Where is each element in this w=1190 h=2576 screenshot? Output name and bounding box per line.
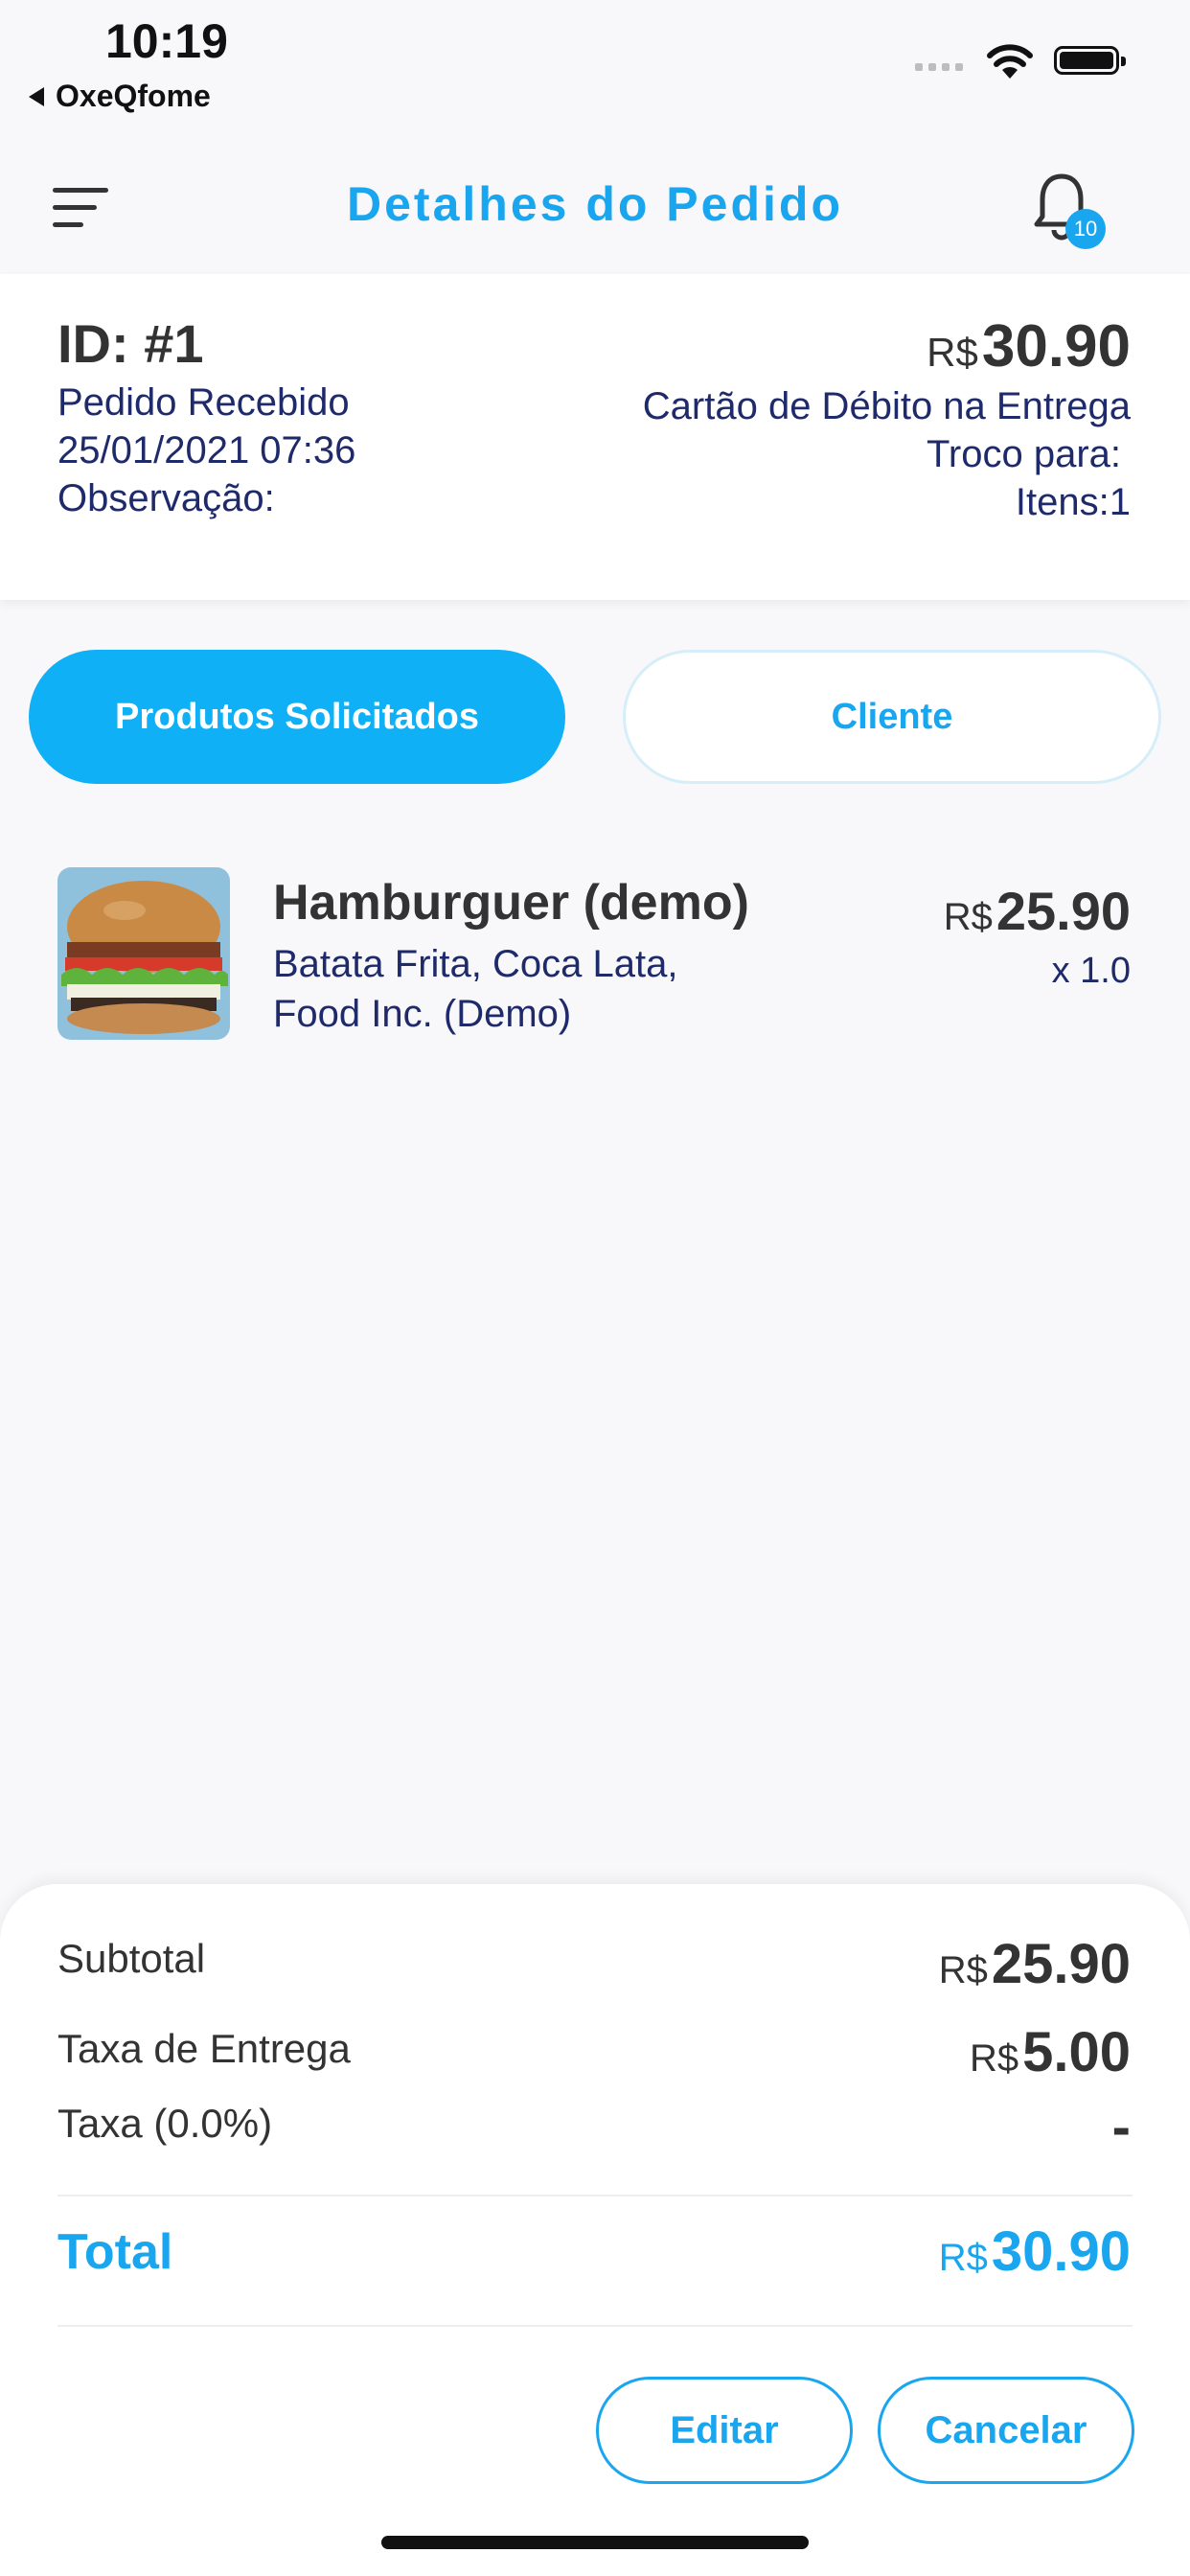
notification-badge: 10 [1065,209,1106,249]
battery-icon [1054,46,1126,75]
product-price-amount: 25.90 [995,881,1131,941]
cancel-button[interactable]: Cancelar [878,2377,1134,2484]
change-label: Troco para: [926,433,1121,475]
payment-method: Cartão de Débito na Entrega [642,385,1131,427]
delivery-fee-label: Taxa de Entrega [57,2026,351,2071]
tab-cliente[interactable]: Cliente [623,650,1161,784]
subtotal-amount: 25.90 [991,1933,1131,1995]
total-value: R$30.90 [939,2220,1131,2284]
wifi-icon [987,44,1033,79]
order-summary-card: ID: #1 Pedido Recebido 25/01/2021 07:36 … [0,274,1190,600]
page-title: Detalhes do Pedido [347,177,843,231]
home-indicator[interactable] [381,2536,809,2549]
product-description-line1: Batata Frita, Coca Lata, [273,943,678,985]
total-amount: 30.90 [991,2220,1131,2283]
divider [57,2195,1133,2196]
product-image [57,867,230,1040]
total-label: Total [57,2224,173,2280]
back-to-app-link[interactable]: OxeQfome [29,79,211,114]
back-app-label: OxeQfome [56,79,211,113]
product-name: Hamburguer (demo) [273,875,749,931]
order-observation-label: Observação: [57,477,275,519]
back-arrow-icon [29,86,44,106]
delivery-fee-amount: 5.00 [1022,2021,1131,2083]
subtotal-value: R$25.90 [939,1932,1131,1996]
product-price: R$25.90 [944,880,1131,942]
hamburger-image [57,867,230,1040]
cellular-signal-icon [915,63,963,71]
order-totals-panel: Subtotal R$25.90 Taxa de Entrega R$5.00 … [0,1884,1190,2576]
tax-label: Taxa (0.0%) [57,2101,273,2146]
order-id: ID: #1 [57,313,204,374]
edit-button[interactable]: Editar [596,2377,853,2484]
currency-symbol: R$ [938,1949,988,1991]
divider [57,2325,1133,2327]
items-count: Itens:1 [1015,481,1131,523]
order-total-amount: 30.90 [981,313,1131,380]
tax-value: - [1111,2096,1131,2158]
subtotal-label: Subtotal [57,1936,206,1981]
status-time: 10:19 [105,14,228,68]
tab-produtos-solicitados[interactable]: Produtos Solicitados [29,650,565,784]
product-description-line2: Food Inc. (Demo) [273,993,572,1035]
order-status: Pedido Recebido [57,381,350,424]
delivery-fee-value: R$5.00 [970,2020,1131,2084]
currency-symbol: R$ [969,2037,1019,2080]
currency-symbol: R$ [943,896,993,938]
product-description: Batata Frita, Coca Lata, Food Inc. (Demo… [273,939,677,1039]
order-datetime: 25/01/2021 07:36 [57,429,356,472]
currency-symbol: R$ [927,330,978,375]
order-total-price: R$30.90 [927,312,1131,380]
product-quantity: x 1.0 [1051,951,1131,991]
currency-symbol: R$ [938,2237,988,2279]
